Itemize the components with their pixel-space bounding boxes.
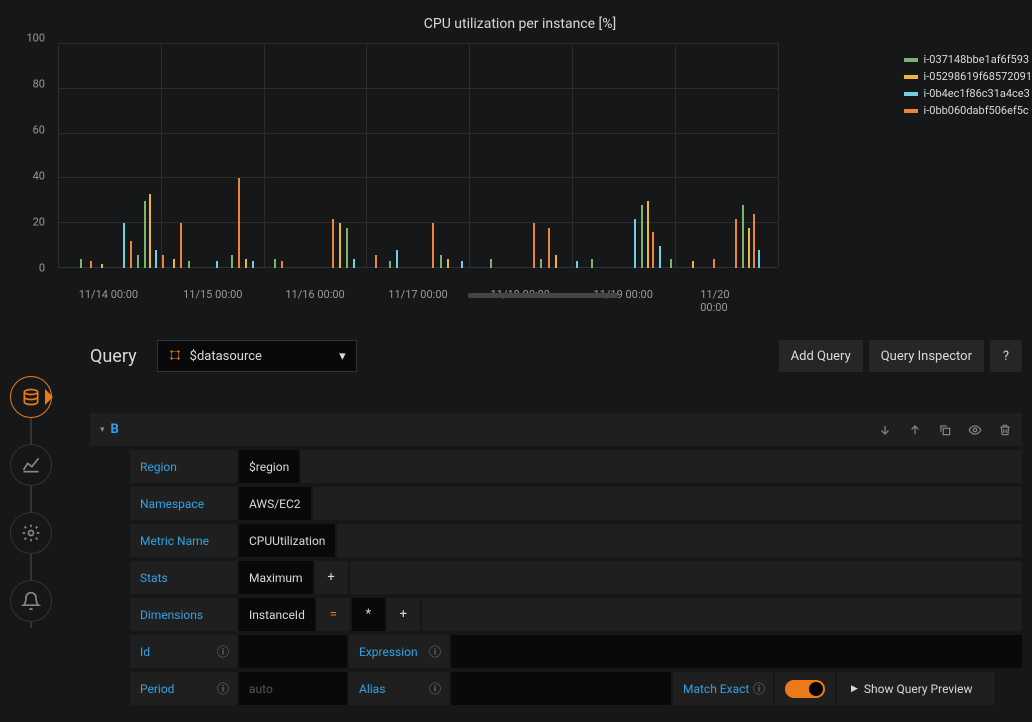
legend-label: i-037148bbe1af6f593 (924, 53, 1030, 66)
y-tick: 20 (33, 216, 45, 229)
move-down-icon[interactable] (878, 423, 892, 437)
info-icon[interactable]: ⓘ (429, 680, 441, 697)
info-icon[interactable]: ⓘ (217, 680, 229, 697)
blank (986, 672, 993, 705)
tab-queries[interactable] (10, 376, 52, 418)
blank (350, 561, 1022, 594)
blank (337, 524, 1022, 557)
query-inspector-button[interactable]: Query Inspector (869, 340, 984, 372)
namespace-value[interactable]: AWS/EC2 (239, 487, 311, 520)
legend-label: i-0b4ec1f86c31a4ce3 (924, 87, 1030, 100)
query-form: Region $region Namespace AWS/EC2 Metric … (130, 450, 1022, 709)
x-tick: 11/15 00:00 (183, 288, 242, 301)
show-query-preview-button[interactable]: ▶Show Query Preview (837, 672, 986, 705)
legend-item[interactable]: i-05298619f68572091 (904, 70, 1032, 83)
alias-label: Aliasⓘ (349, 672, 449, 705)
region-value[interactable]: $region (239, 450, 299, 483)
dimension-key[interactable]: InstanceId (239, 598, 315, 631)
x-tick: 11/14 00:00 (79, 288, 138, 301)
stats-label: Stats (130, 561, 237, 594)
query-section-title: Query (90, 346, 137, 367)
tab-general[interactable] (10, 512, 52, 554)
match-exact-toggle[interactable] (785, 680, 825, 698)
chart-title: CPU utilization per instance [%] (8, 10, 1032, 38)
period-label: Periodⓘ (130, 672, 237, 705)
collapse-icon[interactable]: ▾ (100, 425, 105, 435)
match-exact-label: Match Exactⓘ (673, 672, 773, 705)
legend-item[interactable]: i-0bb060dabf506ef5c (904, 104, 1032, 117)
period-input[interactable] (239, 672, 347, 705)
match-exact-toggle-cell (775, 672, 835, 705)
chart-area[interactable]: 100 80 60 40 20 0 11/14 00:00 11/15 00:0… (18, 38, 1032, 288)
id-input[interactable] (239, 635, 347, 668)
info-icon[interactable]: ⓘ (753, 680, 765, 697)
move-up-icon[interactable] (908, 423, 922, 437)
metric-name-label: Metric Name (130, 524, 237, 557)
dimensions-label: Dimensions (130, 598, 237, 631)
x-tick: 11/16 00:00 (285, 288, 344, 301)
y-tick: 40 (33, 170, 45, 183)
blank (422, 598, 1022, 631)
id-label: Idⓘ (130, 635, 237, 668)
chart-panel: CPU utilization per instance [%] 100 80 … (8, 10, 1032, 310)
dimension-value[interactable]: * (352, 598, 385, 631)
legend-item[interactable]: i-037148bbe1af6f593 (904, 53, 1032, 66)
x-tick: 11/20 00:00 (700, 288, 752, 314)
datasource-icon (168, 348, 182, 365)
region-label: Region (130, 450, 237, 483)
stats-value[interactable]: Maximum (239, 561, 313, 594)
duplicate-icon[interactable] (938, 423, 952, 437)
help-button[interactable]: ? (990, 340, 1022, 372)
y-tick: 80 (33, 78, 45, 91)
namespace-label: Namespace (130, 487, 237, 520)
dimension-operator: = (317, 598, 350, 631)
add-dimension-button[interactable]: + (387, 598, 420, 631)
query-header: Query $datasource ▾ Add Query Query Insp… (90, 340, 1022, 372)
y-axis: 100 80 60 40 20 0 (18, 38, 53, 268)
x-tick: 11/17 00:00 (388, 288, 447, 301)
query-ref-id: B (111, 422, 119, 437)
blank (301, 450, 1022, 483)
y-tick: 100 (26, 32, 45, 45)
y-tick: 0 (39, 262, 45, 275)
side-tabs (10, 376, 52, 648)
metric-name-value[interactable]: CPUUtilization (239, 524, 335, 557)
add-stat-button[interactable]: + (315, 561, 348, 594)
datasource-name: $datasource (190, 349, 262, 364)
y-tick: 60 (33, 124, 45, 137)
expression-label: Expressionⓘ (349, 635, 449, 668)
alias-input[interactable] (451, 672, 671, 705)
expression-input[interactable] (451, 635, 1022, 668)
chart-legend: i-037148bbe1af6f593 i-05298619f68572091 … (904, 53, 1032, 121)
add-query-button[interactable]: Add Query (779, 340, 863, 372)
blank (313, 487, 1022, 520)
chart-scroll-handle[interactable] (468, 293, 618, 298)
query-row-header[interactable]: ▾ B (90, 413, 1022, 446)
info-icon[interactable]: ⓘ (429, 643, 441, 660)
chart-bars (58, 43, 778, 268)
toggle-visibility-icon[interactable] (968, 423, 982, 437)
legend-label: i-0bb060dabf506ef5c (924, 104, 1029, 117)
delete-icon[interactable] (998, 423, 1012, 437)
legend-label: i-05298619f68572091 (924, 70, 1032, 83)
chevron-down-icon: ▾ (339, 349, 346, 364)
legend-item[interactable]: i-0b4ec1f86c31a4ce3 (904, 87, 1032, 100)
caret-right-icon: ▶ (851, 684, 858, 694)
tab-alert[interactable] (10, 580, 52, 622)
tab-visualization[interactable] (10, 444, 52, 486)
datasource-picker[interactable]: $datasource ▾ (157, 340, 357, 372)
info-icon[interactable]: ⓘ (217, 643, 229, 660)
